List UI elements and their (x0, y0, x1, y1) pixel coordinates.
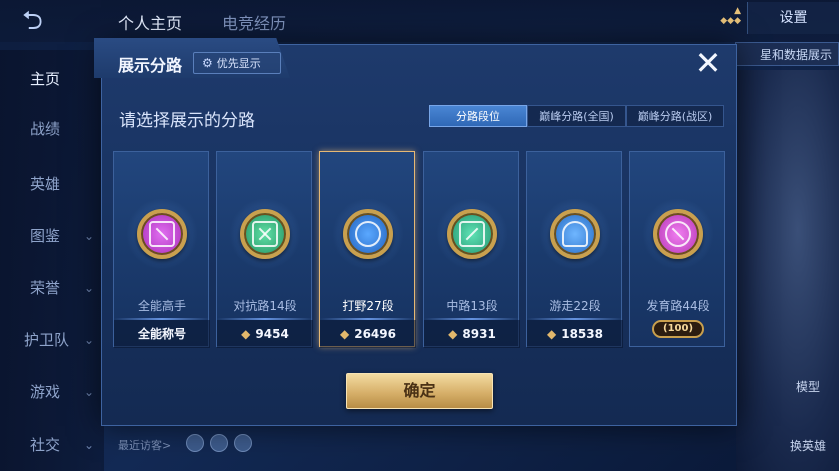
lane-score: ◆ 8931 (424, 320, 520, 348)
lane-card-allround[interactable]: 全能高手 全能称号 (113, 151, 210, 348)
sidebar-item-guard[interactable]: 护卫队 ⌄ (0, 325, 100, 355)
lane-label: 对抗路14段 (233, 299, 297, 313)
sidebar-item-heroes[interactable]: 英雄 (0, 169, 100, 199)
allround-badge-icon (137, 209, 187, 259)
back-arrow-icon[interactable]: ⮌ (22, 8, 70, 34)
sidebar-item-codex[interactable]: 图鉴 ⌄ (0, 221, 100, 251)
close-icon[interactable]: ✕ (692, 47, 724, 80)
sidebar: 主页 战绩 英雄 图鉴 ⌄ 荣誉 ⌄ 护卫队 ⌄ 游戏 ⌄ 社交 ⌄ (0, 50, 104, 471)
lane-score: ◆ 26496 (320, 320, 416, 348)
tab-peak-lane-national[interactable]: 巅峰分路(全国) (527, 105, 626, 127)
tab-peak-lane-region[interactable]: 巅峰分路(战区) (626, 105, 724, 127)
settings-button[interactable]: 设置 (747, 2, 839, 34)
diamond-icon: ◆ (448, 327, 458, 341)
gear-icon: ⚙ (202, 56, 213, 70)
confirm-button[interactable]: 确定 (346, 373, 493, 409)
change-hero-button[interactable]: 换英雄 (790, 437, 826, 454)
lane-score: ◆ 18538 (527, 320, 623, 348)
hero-model-backdrop (736, 70, 839, 471)
avatar[interactable] (186, 434, 204, 452)
rank-indicator: ▲ ◆◆◆ (720, 6, 741, 26)
avatar[interactable] (234, 434, 252, 452)
lane-card-farm[interactable]: 发育路44段 (100) (629, 151, 725, 347)
roam-wings-badge-icon (550, 209, 600, 259)
priority-display-button[interactable]: ⚙ 优先显示 (193, 52, 281, 74)
lane-card-mid[interactable]: 中路13段 ◆ 8931 (423, 151, 520, 348)
lane-label: 发育路44段 (646, 299, 710, 313)
dialog-subtitle: 请选择展示的分路 (119, 111, 255, 131)
dialog-title: 展示分路 (118, 56, 183, 75)
jungle-dragon-badge-icon (343, 209, 393, 259)
lane-card-clash[interactable]: 对抗路14段 ◆ 9454 (216, 151, 313, 348)
data-display-button[interactable]: 星和数据展示 (735, 42, 839, 66)
diamond-icon: ◆ (241, 327, 251, 341)
star-count-plate: (100) (652, 320, 704, 338)
lane-card-roam[interactable]: 游走22段 ◆ 18538 (526, 151, 623, 348)
sidebar-item-record[interactable]: 战绩 (0, 114, 100, 144)
sidebar-item-game[interactable]: 游戏 ⌄ (0, 377, 100, 407)
farm-lane-badge-icon (653, 209, 703, 259)
tab-lane-rank[interactable]: 分路段位 (429, 105, 527, 127)
lane-title-text: 全能称号 (114, 320, 210, 348)
diamond-icon: ◆ (340, 327, 350, 341)
tab-esports[interactable]: 电竞经历 (222, 10, 286, 34)
lane-label: 游走22段 (549, 299, 601, 313)
avatar[interactable] (210, 434, 228, 452)
lane-score: ◆ 9454 (217, 320, 313, 348)
recent-visitors-link[interactable]: 最近访客> (118, 437, 171, 453)
model-button[interactable]: 模型 (796, 378, 820, 395)
sidebar-item-honor[interactable]: 荣誉 ⌄ (0, 273, 100, 303)
clash-lane-badge-icon (240, 209, 290, 259)
mid-lane-badge-icon (447, 209, 497, 259)
tab-profile[interactable]: 个人主页 (118, 10, 182, 34)
sidebar-item-social[interactable]: 社交 ⌄ (0, 430, 100, 460)
chevron-down-icon: ⌄ (84, 229, 95, 243)
chevron-down-icon: ⌄ (84, 438, 95, 452)
chevron-down-icon: ⌄ (84, 385, 95, 399)
diamond-icon: ◆ (547, 327, 557, 341)
lane-card-jungle[interactable]: 打野27段 ◆ 26496 (319, 151, 416, 348)
sidebar-item-home[interactable]: 主页 (0, 64, 100, 94)
lane-label: 全能高手 (137, 299, 186, 313)
lane-label: 中路13段 (446, 299, 498, 313)
lane-label: 打野27段 (342, 299, 394, 313)
chevron-down-icon: ⌄ (84, 333, 95, 347)
chevron-down-icon: ⌄ (84, 281, 95, 295)
